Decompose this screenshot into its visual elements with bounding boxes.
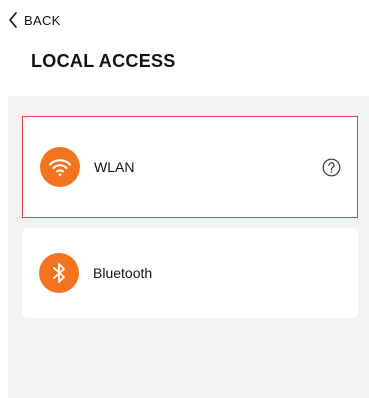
back-button[interactable]: BACK bbox=[8, 10, 61, 30]
wlan-option[interactable]: WLAN bbox=[22, 116, 358, 218]
chevron-left-icon bbox=[9, 12, 17, 28]
bluetooth-icon bbox=[53, 263, 65, 283]
wlan-icon-badge bbox=[40, 147, 80, 187]
bluetooth-icon-badge bbox=[39, 253, 79, 293]
wifi-icon bbox=[49, 159, 71, 176]
help-icon[interactable] bbox=[322, 158, 341, 177]
bluetooth-label: Bluetooth bbox=[93, 265, 153, 281]
back-label: BACK bbox=[24, 12, 61, 28]
wlan-label: WLAN bbox=[94, 159, 135, 175]
bluetooth-option[interactable]: Bluetooth bbox=[22, 228, 358, 318]
page-title: LOCAL ACCESS bbox=[31, 51, 176, 71]
